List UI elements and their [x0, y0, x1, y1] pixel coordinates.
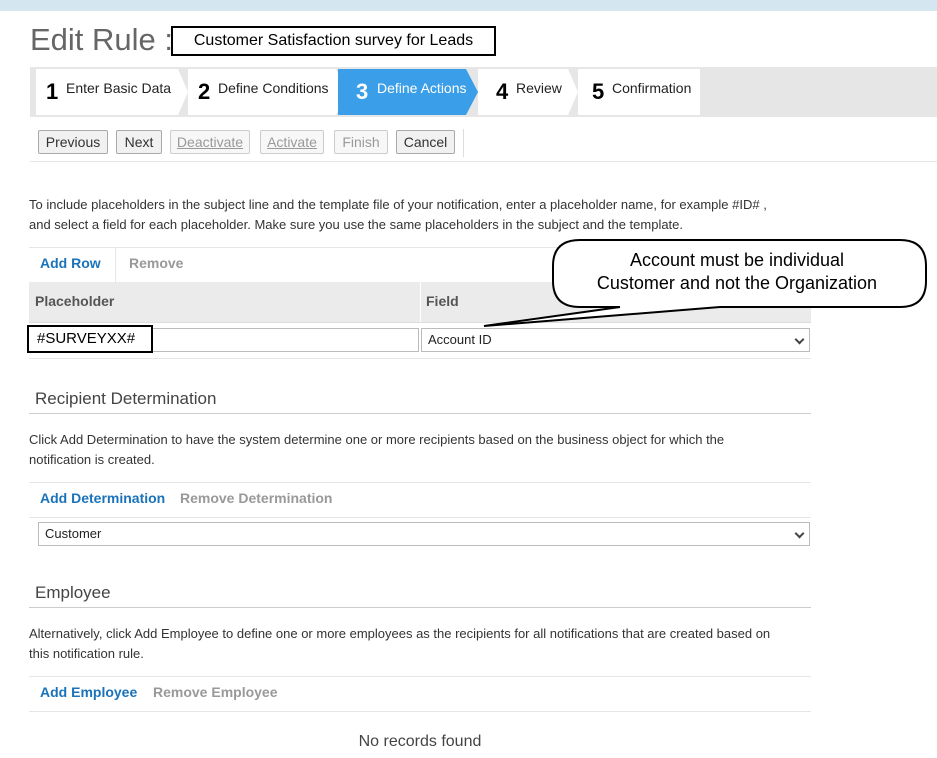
remove-determination-button[interactable]: Remove Determination — [180, 490, 332, 506]
instructions-line: Alternatively, click Add Employee to def… — [29, 626, 771, 641]
employee-actions: Add Employee Remove Employee — [29, 676, 811, 712]
empty-state-message: No records found — [358, 733, 482, 750]
instructions-line: notification is created. — [29, 452, 155, 467]
instructions-line: this notification rule. — [29, 646, 144, 661]
recipient-select[interactable]: Customer — [38, 522, 810, 546]
employee-section-title: Employee — [35, 583, 111, 602]
employee-instructions: Alternatively, click Add Employee to def… — [29, 624, 809, 664]
recipient-actions: Add Determination Remove Determination — [29, 482, 811, 518]
recipient-select-value: Customer — [45, 526, 102, 541]
recipient-instructions: Click Add Determination to have the syst… — [29, 430, 809, 470]
annotation-text: Account must be individual Customer and … — [555, 249, 919, 295]
section-divider — [29, 607, 811, 608]
annotation-line: Customer and not the Organization — [596, 273, 878, 293]
remove-employee-button[interactable]: Remove Employee — [153, 684, 278, 700]
annotation-line: Account must be individual — [629, 250, 845, 270]
add-employee-button[interactable]: Add Employee — [40, 684, 137, 700]
chevron-down-icon — [794, 528, 805, 539]
section-divider — [29, 413, 811, 414]
add-determination-button[interactable]: Add Determination — [40, 490, 165, 506]
instructions-line: Click Add Determination to have the syst… — [29, 432, 725, 447]
recipient-section-title: Recipient Determination — [35, 389, 217, 408]
